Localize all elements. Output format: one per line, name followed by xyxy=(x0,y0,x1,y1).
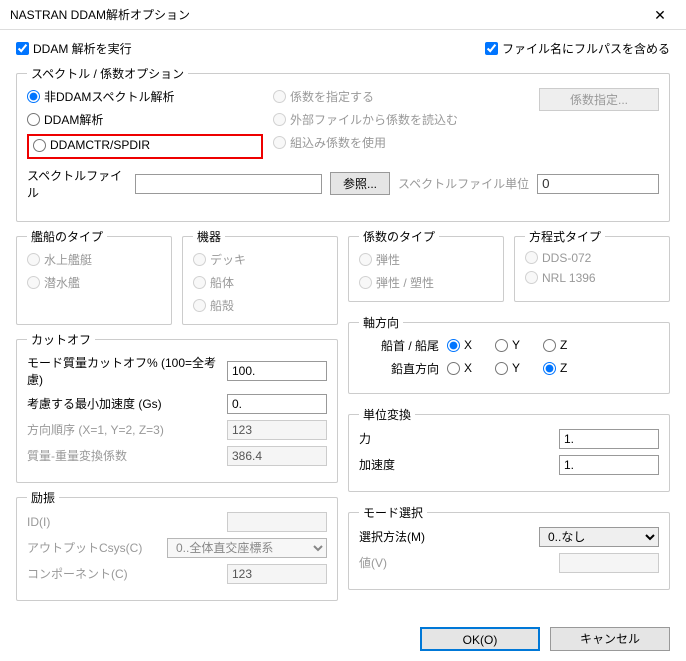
eq-type-fieldset: 方程式タイプ DDS-072 NRL 1396 xyxy=(514,228,670,302)
non-ddam-radio[interactable]: 非DDAMスペクトル解析 xyxy=(27,88,263,105)
bow-z-radio[interactable]: Z xyxy=(543,338,583,352)
ddamctr-radio[interactable]: DDAMCTR/SPDIR xyxy=(33,138,150,152)
excitation-csys-select: 0..全体直交座標系 xyxy=(167,538,327,558)
unit-conv-legend: 単位変換 xyxy=(359,406,415,423)
elastic-radio: 弾性 xyxy=(359,251,493,268)
excitation-fieldset: 励振 ID(I) アウトプットCsys(C) 0..全体直交座標系 コンポーネン… xyxy=(16,489,338,601)
ddamctr-highlight: DDAMCTR/SPDIR xyxy=(27,134,263,159)
surface-radio: 水上艦艇 xyxy=(27,251,161,268)
coef-specify-button: 係数指定... xyxy=(539,88,659,111)
cutoff-legend: カットオフ xyxy=(27,331,95,348)
mode-method-label: 選択方法(M) xyxy=(359,528,533,545)
builtin-coef-radio: 組込み係数を使用 xyxy=(273,134,509,151)
mass-conv-label: 質量-重量変換係数 xyxy=(27,447,221,464)
coef-type-legend: 係数のタイプ xyxy=(359,228,439,245)
mass-pct-input[interactable] xyxy=(227,361,327,381)
excitation-id-input xyxy=(227,512,327,532)
coef-type-fieldset: 係数のタイプ 弾性 弾性 / 塑性 xyxy=(348,228,504,302)
eq-type-legend: 方程式タイプ xyxy=(525,228,605,245)
mode-value-label: 値(V) xyxy=(359,554,553,571)
fullpath-label: ファイル名にフルパスを含める xyxy=(502,40,670,57)
external-coef-radio: 外部ファイルから係数を読込む xyxy=(273,111,509,128)
nrl-radio: NRL 1396 xyxy=(525,271,659,285)
mode-value-input xyxy=(559,553,659,573)
accel-label: 加速度 xyxy=(359,456,553,473)
excitation-legend: 励振 xyxy=(27,489,59,506)
excitation-id-label: ID(I) xyxy=(27,515,221,529)
min-accel-label: 考慮する最小加速度 (Gs) xyxy=(27,395,221,412)
ship-legend: 艦船のタイプ xyxy=(27,228,107,245)
bow-x-radio[interactable]: X xyxy=(447,338,487,352)
vert-x-radio[interactable]: X xyxy=(447,361,487,375)
window-title: NASTRAN DDAM解析オプション xyxy=(10,6,190,23)
vertical-label: 鉛直方向 xyxy=(359,360,439,377)
cutoff-fieldset: カットオフ モード質量カットオフ% (100=全考慮) 考慮する最小加速度 (G… xyxy=(16,331,338,483)
vert-y-radio[interactable]: Y xyxy=(495,361,535,375)
dir-order-input xyxy=(227,420,327,440)
force-label: 力 xyxy=(359,430,553,447)
mode-method-select[interactable]: 0..なし xyxy=(539,527,659,547)
mass-conv-input xyxy=(227,446,327,466)
unit-conv-fieldset: 単位変換 力 加速度 xyxy=(348,406,670,492)
excitation-component-label: コンポーネント(C) xyxy=(27,565,221,582)
axis-legend: 軸方向 xyxy=(359,314,403,331)
spectrum-file-label: スペクトルファイル xyxy=(27,167,127,201)
vert-z-radio[interactable]: Z xyxy=(543,361,583,375)
spectrum-unit-label: スペクトルファイル単位 xyxy=(398,175,529,192)
dds-radio: DDS-072 xyxy=(525,251,659,265)
excitation-component-input xyxy=(227,564,327,584)
deck-radio: デッキ xyxy=(193,251,327,268)
fullpath-checkbox[interactable]: ファイル名にフルパスを含める xyxy=(485,40,670,57)
dir-order-label: 方向順序 (X=1, Y=2, Z=3) xyxy=(27,421,221,438)
excitation-csys-label: アウトプットCsys(C) xyxy=(27,539,161,556)
ok-button[interactable]: OK(O) xyxy=(420,627,540,651)
force-input[interactable] xyxy=(559,429,659,449)
bow-label: 船首 / 船尾 xyxy=(359,337,439,354)
spectrum-fieldset: スペクトル / 係数オプション 非DDAMスペクトル解析 DDAM解析 DDAM… xyxy=(16,65,670,222)
min-accel-input[interactable] xyxy=(227,394,327,414)
accel-input[interactable] xyxy=(559,455,659,475)
spectrum-legend: スペクトル / 係数オプション xyxy=(27,65,188,82)
shell-radio: 船殻 xyxy=(193,297,327,314)
mode-sel-fieldset: モード選択 選択方法(M) 0..なし 値(V) xyxy=(348,504,670,590)
spectrum-unit-input xyxy=(537,174,659,194)
ship-fieldset: 艦船のタイプ 水上艦艇 潜水艦 xyxy=(16,228,172,325)
sub-radio: 潜水艦 xyxy=(27,274,161,291)
run-ddam-checkbox[interactable]: DDAM 解析を実行 xyxy=(16,40,132,57)
elasto-plastic-radio: 弾性 / 塑性 xyxy=(359,274,493,291)
browse-button[interactable]: 参照... xyxy=(330,172,390,195)
ddam-radio[interactable]: DDAM解析 xyxy=(27,111,263,128)
bow-y-radio[interactable]: Y xyxy=(495,338,535,352)
equipment-fieldset: 機器 デッキ 船体 船殻 xyxy=(182,228,338,325)
specify-coef-radio: 係数を指定する xyxy=(273,88,509,105)
run-ddam-label: DDAM 解析を実行 xyxy=(33,40,132,57)
mass-pct-label: モード質量カットオフ% (100=全考慮) xyxy=(27,354,221,388)
hull-radio: 船体 xyxy=(193,274,327,291)
close-icon[interactable]: ✕ xyxy=(640,1,680,29)
spectrum-file-input[interactable] xyxy=(135,174,322,194)
equipment-legend: 機器 xyxy=(193,228,225,245)
axis-fieldset: 軸方向 船首 / 船尾 X Y Z 鉛直方向 X Y Z xyxy=(348,314,670,394)
mode-sel-legend: モード選択 xyxy=(359,504,427,521)
cancel-button[interactable]: キャンセル xyxy=(550,627,670,651)
